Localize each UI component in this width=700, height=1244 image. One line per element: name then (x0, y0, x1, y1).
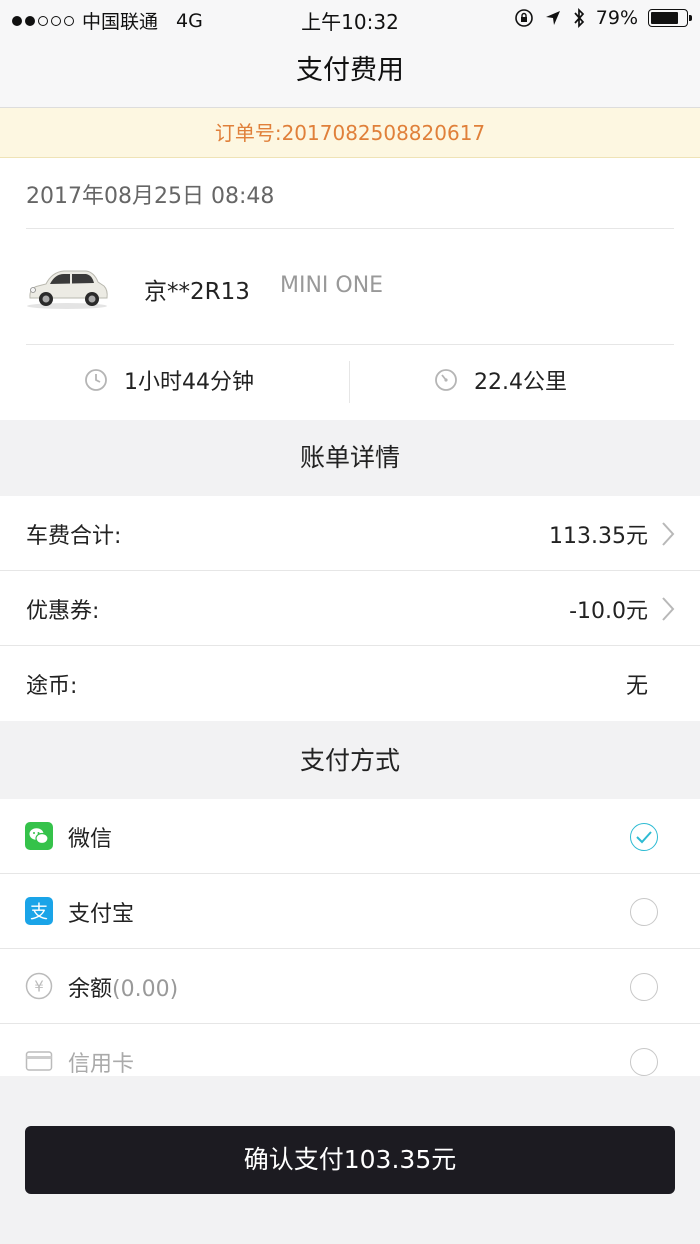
trip-datetime: 2017年08月25日 08:48 (26, 184, 275, 209)
payment-option-label: 微信 (68, 827, 113, 852)
bill-row-fare-total[interactable]: 车费合计: 113.35元 (0, 496, 700, 571)
car-plate: 京**2R13 (144, 279, 250, 305)
battery-percent: 79% (595, 7, 638, 29)
bill-section-title: 账单详情 (0, 420, 700, 496)
payment-methods-list: 微信 支 支付宝 ¥ 余额(0.00) 信用卡 (0, 799, 700, 1076)
chevron-right-icon (662, 522, 675, 546)
alipay-icon: 支 (25, 897, 53, 925)
odometer-icon (435, 369, 457, 391)
order-number-banner: 订单号:2017082508820617 (0, 108, 700, 158)
wechat-icon (25, 822, 53, 850)
payment-option-name: 余额 (68, 977, 113, 1002)
trip-info-card: 2017年08月25日 08:48 京**2R13 MINI ONE 1小时44… (0, 158, 700, 420)
payment-option-alipay[interactable]: 支 支付宝 (0, 874, 700, 949)
yen-coin-icon: ¥ (25, 972, 53, 1000)
status-bar: 中国联通 4G 上午10:32 79% (0, 0, 700, 36)
credit-card-icon (25, 1051, 53, 1071)
payment-option-credit-card[interactable]: 信用卡 (0, 1024, 700, 1076)
trip-duration-text: 1小时44分钟 (124, 370, 254, 395)
payment-option-label: 支付宝 (68, 902, 135, 927)
payment-section-title: 支付方式 (0, 723, 700, 799)
divider (26, 228, 674, 229)
location-arrow-icon (545, 11, 560, 25)
payment-option-balance[interactable]: ¥ 余额(0.00) (0, 949, 700, 1024)
divider (26, 344, 674, 345)
radio-unchecked[interactable] (630, 1048, 658, 1076)
radio-unchecked[interactable] (630, 898, 658, 926)
bill-row-coins: 途币: 无 (0, 646, 700, 721)
svg-text:¥: ¥ (34, 978, 44, 996)
car-model: MINI ONE (280, 273, 384, 298)
bill-details-list: 车费合计: 113.35元 优惠券: -10.0元 途币: 无 (0, 496, 700, 721)
bill-row-value: 无 (625, 674, 648, 699)
battery-icon (648, 9, 692, 27)
radio-unchecked[interactable] (630, 973, 658, 1001)
page-title: 支付费用 (296, 55, 404, 86)
bill-row-label: 车费合计: (26, 524, 122, 549)
bill-row-label: 优惠券: (26, 599, 100, 624)
trip-duration: 1小时44分钟 (84, 364, 254, 396)
bill-row-value: -10.0元 (569, 599, 648, 624)
divider (349, 361, 350, 403)
checkmark-icon (636, 831, 652, 844)
bill-row-coupon[interactable]: 优惠券: -10.0元 (0, 571, 700, 646)
clock-icon (85, 369, 107, 391)
bill-row-label: 途币: (26, 674, 78, 699)
bill-row-value: 113.35元 (549, 524, 648, 549)
payment-option-wechat[interactable]: 微信 (0, 799, 700, 874)
chevron-right-icon (662, 597, 675, 621)
bluetooth-icon (574, 7, 584, 29)
trip-distance-text: 22.4公里 (474, 370, 567, 395)
payment-option-label: 余额(0.00) (68, 971, 178, 1003)
confirm-payment-button[interactable]: 确认支付103.35元 (25, 1126, 675, 1194)
radio-checked[interactable] (630, 823, 658, 851)
footer: 确认支付103.35元 (0, 1076, 700, 1244)
trip-distance: 22.4公里 (434, 364, 567, 396)
orientation-lock-icon (514, 9, 533, 27)
svg-text:支: 支 (30, 902, 48, 923)
payment-option-label: 信用卡 (68, 1052, 135, 1076)
balance-amount: (0.00) (112, 977, 179, 1002)
nav-bar: 支付费用 (0, 36, 700, 108)
car-image (27, 270, 108, 309)
